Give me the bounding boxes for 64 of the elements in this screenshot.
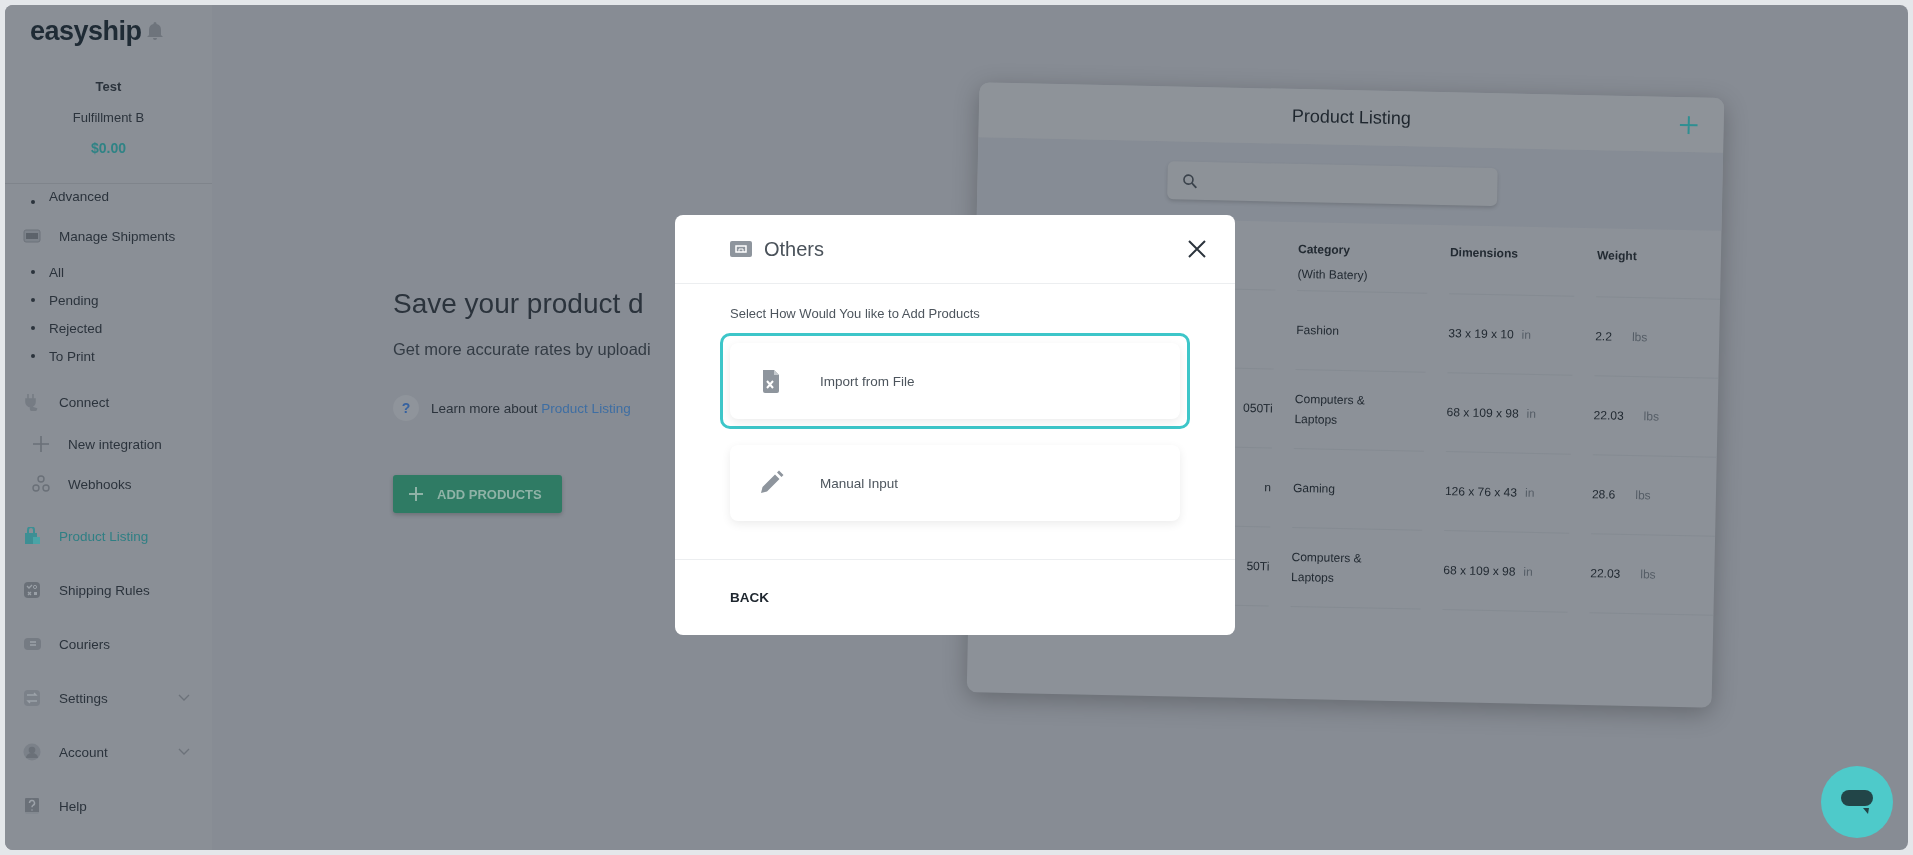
sidebar-item[interactable]: Couriers <box>23 622 212 666</box>
table-cell-text: 22.03 <box>1590 565 1621 583</box>
help-badge: ? <box>393 395 419 421</box>
menu-item-icon <box>32 435 50 453</box>
dialog-title: Others <box>764 237 825 261</box>
page-subtitle: Get more accurate rates by uploadi <box>393 340 651 359</box>
account-name: Test <box>95 78 122 96</box>
table-cell-text: (With Batery) <box>1297 265 1368 285</box>
table-cell-text: 33 x 19 x 10 <box>1448 325 1514 344</box>
page-title: Save your product d <box>393 288 644 320</box>
sidebar-item[interactable]: To Print <box>23 342 212 370</box>
table-cell-text: 68 x 109 x 98 <box>1443 562 1516 581</box>
column-header: Weight <box>1596 248 1637 264</box>
table-cell-text: Computers & Laptops <box>1290 548 1363 587</box>
table-cell-text: 50Ti <box>1246 557 1270 576</box>
plus-icon <box>409 487 423 501</box>
menu-item-icon <box>23 527 41 545</box>
sidebar-item[interactable]: Advanced <box>23 184 212 204</box>
table-cell-text: Computers & Laptops <box>1294 390 1367 429</box>
menu-item-icon <box>23 743 41 761</box>
chevron-down-icon <box>178 748 190 756</box>
preview-title: Product Listing <box>1291 105 1412 130</box>
help-text: Learn more about Product Listing <box>431 400 631 416</box>
table-cell-text: 126 x 76 x 43 <box>1444 483 1518 502</box>
search-icon <box>1182 173 1198 189</box>
sidebar-item[interactable]: Manage Shipments <box>23 214 212 258</box>
sidebar-item[interactable]: New integration <box>23 424 212 464</box>
logo: easyship <box>30 15 142 47</box>
add-products-button[interactable]: ADD PRODUCTS <box>393 475 562 513</box>
back-button[interactable]: BACK <box>730 590 769 605</box>
box-icon <box>730 241 752 257</box>
option-card[interactable]: Import from File <box>720 333 1190 429</box>
sidebar-item[interactable]: Connect <box>23 380 212 424</box>
column-header: Category <box>1297 242 1351 258</box>
plus-icon <box>1679 115 1698 135</box>
menu-item-icon <box>23 581 41 599</box>
menu-item-icon <box>23 689 41 707</box>
balance: $0.00 <box>90 139 126 158</box>
table-cell-text: 2.2 <box>1595 328 1613 346</box>
menu-item-icon <box>23 227 41 245</box>
sidebar-item[interactable]: Webhooks <box>23 464 212 504</box>
table-cell-text: Gaming <box>1292 479 1336 498</box>
plan-name: Fulfillment B <box>72 109 145 127</box>
chat-icon <box>1839 788 1875 816</box>
table-cell-text: 050Ti <box>1242 399 1273 418</box>
table-cell-text: n <box>1264 479 1272 497</box>
sidebar-item[interactable]: Settings <box>23 676 212 720</box>
menu-item-icon <box>32 475 50 493</box>
menu-item-icon <box>23 797 41 815</box>
sidebar-item[interactable]: Account <box>23 730 212 774</box>
table-cell-text: Fashion <box>1296 321 1340 340</box>
sidebar-item[interactable]: Rejected <box>23 314 212 342</box>
chevron-down-icon <box>178 694 190 702</box>
sidebar-item[interactable]: Shipping Rules <box>23 568 212 612</box>
pencil-icon <box>758 470 784 496</box>
sidebar-item[interactable]: Help <box>23 784 212 828</box>
table-cell-text: 22.03 <box>1593 407 1624 425</box>
table-cell-text: 28.6 <box>1591 486 1616 504</box>
sidebar-item[interactable]: All <box>23 258 212 286</box>
dialog-prompt: Select How Would You like to Add Products <box>730 306 981 321</box>
column-header: Dimensions <box>1449 245 1519 261</box>
table-cell-text: 68 x 109 x 98 <box>1446 404 1519 423</box>
sidebar-item[interactable]: Pending <box>23 286 212 314</box>
menu-item-icon <box>23 635 41 653</box>
